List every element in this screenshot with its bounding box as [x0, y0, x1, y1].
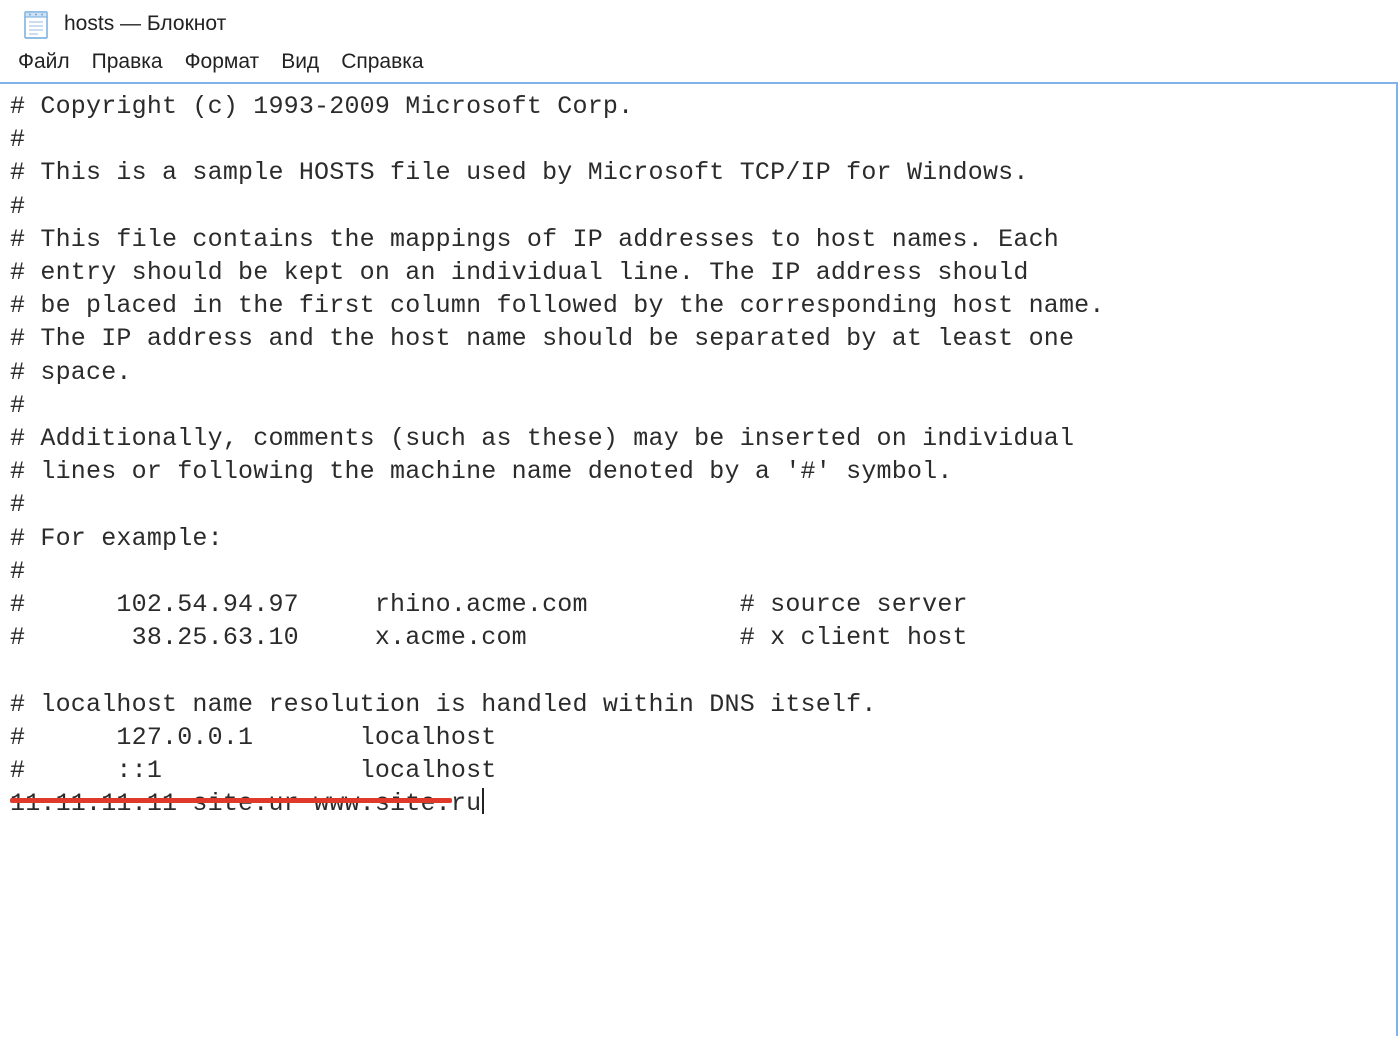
- menu-view[interactable]: Вид: [281, 50, 319, 74]
- window-title: hosts — Блокнот: [64, 12, 226, 36]
- menu-edit[interactable]: Правка: [92, 50, 163, 74]
- menu-help[interactable]: Справка: [341, 50, 423, 74]
- file-text[interactable]: # Copyright (c) 1993-2009 Microsoft Corp…: [10, 92, 1105, 818]
- menubar: Файл Правка Формат Вид Справка: [0, 46, 1398, 82]
- editor-area[interactable]: # Copyright (c) 1993-2009 Microsoft Corp…: [0, 82, 1398, 1036]
- titlebar: hosts — Блокнот: [0, 0, 1398, 46]
- highlight-underline: [10, 798, 452, 803]
- text-content[interactable]: # Copyright (c) 1993-2009 Microsoft Corp…: [0, 84, 1398, 828]
- menu-file[interactable]: Файл: [18, 50, 70, 74]
- text-cursor: [482, 788, 484, 814]
- menu-format[interactable]: Формат: [185, 50, 260, 74]
- notepad-app-icon: [22, 8, 50, 40]
